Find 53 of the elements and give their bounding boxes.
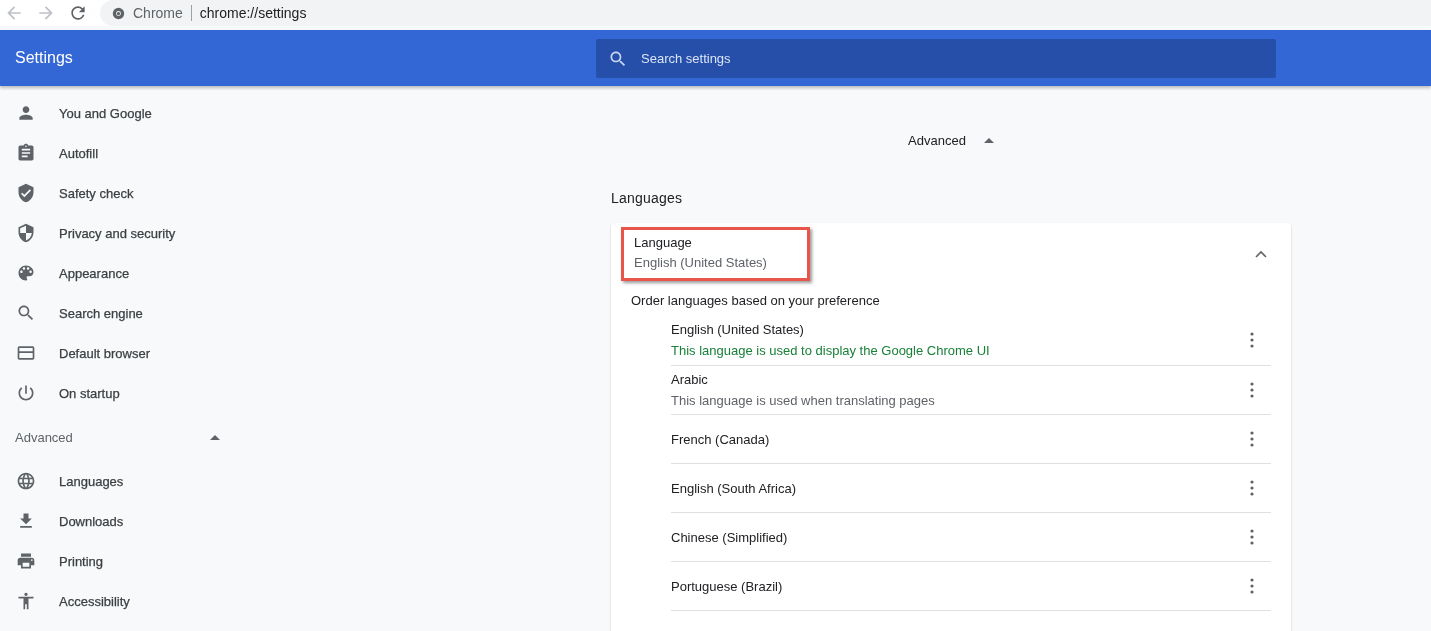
shield-icon	[16, 223, 36, 243]
setting-label: Language	[634, 235, 693, 250]
advanced-toggle[interactable]: Advanced	[611, 125, 1291, 155]
reload-icon[interactable]	[68, 3, 88, 23]
page-title: Settings	[14, 49, 74, 67]
search-icon	[16, 303, 36, 323]
sidebar-item[interactable]: Downloads	[0, 501, 240, 541]
setting-value: English (United States)	[634, 255, 767, 270]
section-heading: Languages	[611, 190, 684, 206]
palette-icon	[16, 263, 36, 283]
language-summary[interactable]: Language English (United States)	[621, 227, 810, 281]
language-name: Chinese (Simplified)	[671, 529, 788, 545]
url-text: chrome://settings	[199, 5, 307, 21]
search-field[interactable]: Search settings	[596, 38, 1276, 78]
sidebar-item[interactable]: Printing	[0, 541, 240, 581]
language-name: English (South Africa)	[671, 480, 796, 496]
globe-icon	[16, 471, 36, 491]
browser-window-icon	[16, 343, 36, 363]
sidebar-item[interactable]: Languages	[0, 461, 240, 501]
language-name: English (United States)	[671, 322, 805, 337]
language-note: This language is used when translating pages	[671, 393, 935, 408]
order-description: Order languages based on your preference	[631, 293, 881, 310]
address-bar[interactable]: Chrome chrome://settings	[100, 0, 1431, 26]
sidebar-item[interactable]: Privacy and security	[0, 213, 240, 253]
triangle-icon	[210, 434, 220, 440]
language-note: This language is used to display the Google Chrome UI	[671, 343, 990, 358]
more-options-icon[interactable]	[1250, 529, 1254, 545]
sidebar-item[interactable]: Safety check	[0, 173, 240, 213]
language-name: French (Canada)	[671, 431, 770, 447]
accessibility-icon	[16, 591, 36, 611]
more-options-icon[interactable]	[1250, 431, 1254, 447]
more-options-icon[interactable]	[1250, 480, 1254, 496]
sidebar-item[interactable]: Autofill	[0, 133, 240, 173]
chevron-icon[interactable]	[1255, 250, 1267, 258]
shield-check-icon	[16, 183, 36, 203]
triangle-icon	[983, 137, 994, 143]
sidebar-item[interactable]: Appearance	[0, 253, 240, 293]
language-name: Arabic	[671, 372, 709, 387]
more-options-icon[interactable]	[1250, 332, 1254, 348]
sidebar-item[interactable]: On startup	[0, 373, 240, 413]
language-name: Portuguese (Brazil)	[671, 578, 783, 594]
site-label: Chrome	[133, 5, 183, 21]
power-icon	[16, 383, 36, 403]
sidebar-item[interactable]: Default browser	[0, 333, 240, 373]
sidebar-item[interactable]: Accessibility	[0, 581, 240, 621]
chrome-logo-icon	[112, 6, 125, 20]
advanced-section-toggle[interactable]: Advanced	[0, 413, 240, 461]
sidebar-item[interactable]: Search engine	[0, 293, 240, 333]
more-options-icon[interactable]	[1250, 578, 1254, 594]
sidebar-item[interactable]: You and Google	[0, 93, 240, 133]
more-options-icon[interactable]	[1250, 382, 1254, 398]
clipboard-icon	[16, 143, 36, 163]
printer-icon	[16, 551, 36, 571]
